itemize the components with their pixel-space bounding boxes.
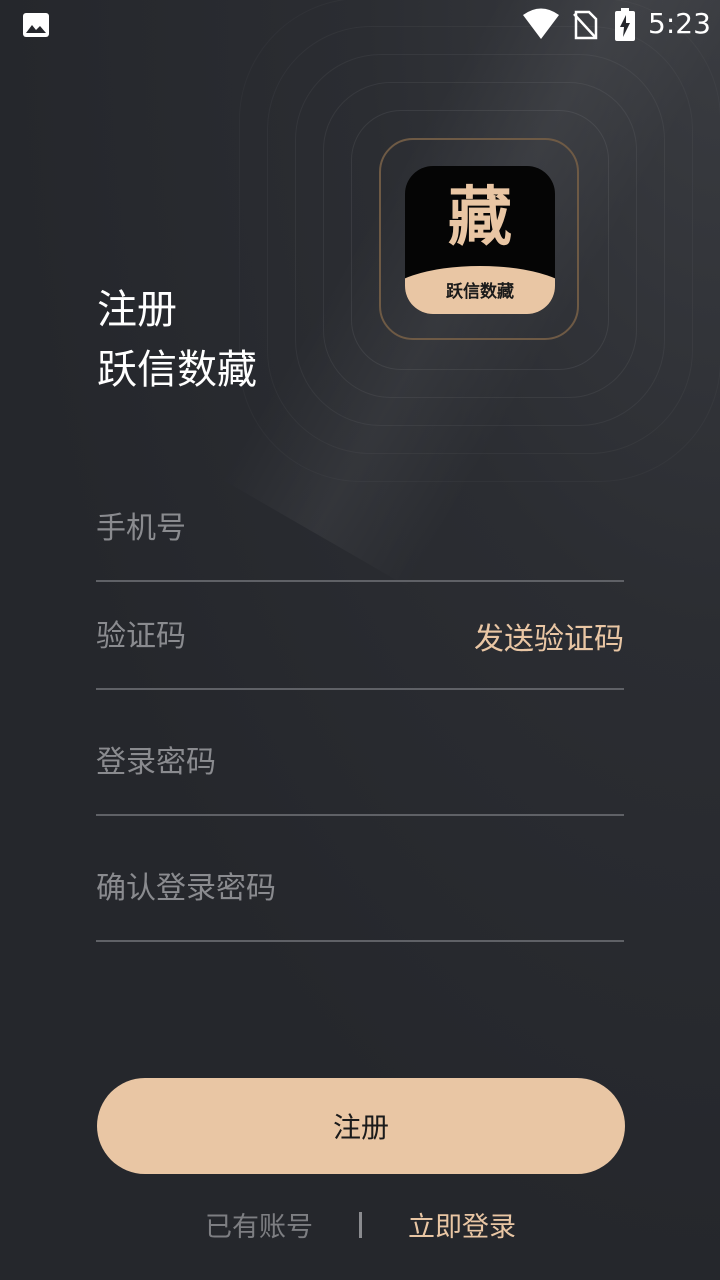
wifi-icon bbox=[523, 8, 559, 39]
no-sim-icon bbox=[573, 10, 598, 40]
page-title: 注册 跃信数藏 bbox=[97, 280, 257, 400]
status-time: 5:23 bbox=[648, 7, 711, 40]
code-field: 发送验证码 bbox=[96, 584, 624, 690]
register-button[interactable]: 注册 bbox=[97, 1078, 625, 1174]
confirm-password-field bbox=[96, 836, 624, 942]
password-field bbox=[96, 710, 624, 816]
phone-field bbox=[96, 476, 624, 582]
password-input[interactable] bbox=[96, 710, 456, 814]
app-logo: 藏 跃信数藏 bbox=[405, 166, 555, 314]
logo-char: 藏 bbox=[448, 181, 512, 255]
gallery-icon bbox=[23, 13, 49, 37]
footer-divider bbox=[359, 1212, 362, 1238]
battery-charging-icon bbox=[615, 8, 635, 41]
page-title-line2: 跃信数藏 bbox=[97, 347, 257, 393]
page-title-line1: 注册 bbox=[97, 287, 177, 333]
confirm-password-input[interactable] bbox=[96, 836, 456, 940]
status-bar: 5:23 bbox=[0, 0, 720, 48]
send-code-button[interactable]: 发送验证码 bbox=[474, 584, 624, 688]
have-account-label: 已有账号 bbox=[205, 1212, 313, 1243]
phone-input[interactable] bbox=[96, 476, 456, 580]
code-input[interactable] bbox=[96, 584, 456, 688]
register-screen: 5:23 藏 跃信数藏 注册 跃信数藏 发送验证码 注册 已有账号 立即登录 bbox=[0, 0, 720, 1280]
logo-name: 跃信数藏 bbox=[446, 282, 514, 302]
login-now-link[interactable]: 立即登录 bbox=[408, 1208, 516, 1248]
